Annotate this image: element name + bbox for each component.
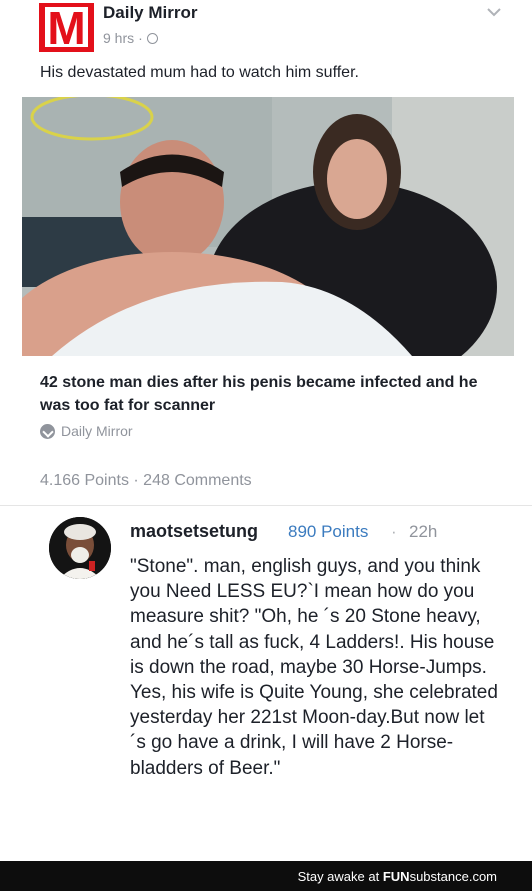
comment-points: 890 Points xyxy=(288,522,369,541)
daily-mirror-logo[interactable]: M xyxy=(39,3,94,52)
footer-prefix: Stay awake at xyxy=(297,869,383,884)
post-meta: 9 hrs · xyxy=(103,30,158,46)
footer-brand-sub: substance xyxy=(409,869,469,884)
post-stats[interactable]: 4.166 Points · 248 Comments xyxy=(40,472,252,490)
footer-bar: Stay awake at FUNsubstance.com xyxy=(0,861,532,891)
comment-username[interactable]: maotsetsetung xyxy=(130,521,258,542)
comment-separator: · xyxy=(391,522,397,541)
comment-time: 22h xyxy=(409,522,438,541)
link-source: Daily Mirror xyxy=(40,423,133,439)
link-preview-photo[interactable] xyxy=(22,97,514,356)
page-name[interactable]: Daily Mirror xyxy=(103,3,197,23)
link-source-name: Daily Mirror xyxy=(61,423,133,439)
divider xyxy=(0,505,532,506)
comment-text: "Stone". man, english guys, and you thin… xyxy=(130,556,498,779)
footer-brand-suffix: .com xyxy=(468,869,497,884)
footer-text[interactable]: Stay awake at FUNsubstance.com xyxy=(298,869,497,884)
avatar[interactable] xyxy=(49,517,111,579)
post-caption: His devastated mum had to watch him suff… xyxy=(40,64,359,81)
chevron-down-icon[interactable] xyxy=(486,4,502,20)
globe-icon xyxy=(146,32,158,44)
facebook-post: M Daily Mirror 9 hrs · His devastated mu… xyxy=(0,0,532,500)
post-time[interactable]: 9 hrs xyxy=(103,30,134,46)
footer-brand-fun: FUN xyxy=(382,869,410,884)
avatar-image xyxy=(49,517,111,579)
source-check-icon xyxy=(40,423,55,439)
meta-separator: · xyxy=(138,30,143,46)
link-title[interactable]: 42 stone man dies after his penis became… xyxy=(40,371,490,417)
photo-illustration xyxy=(22,97,514,356)
